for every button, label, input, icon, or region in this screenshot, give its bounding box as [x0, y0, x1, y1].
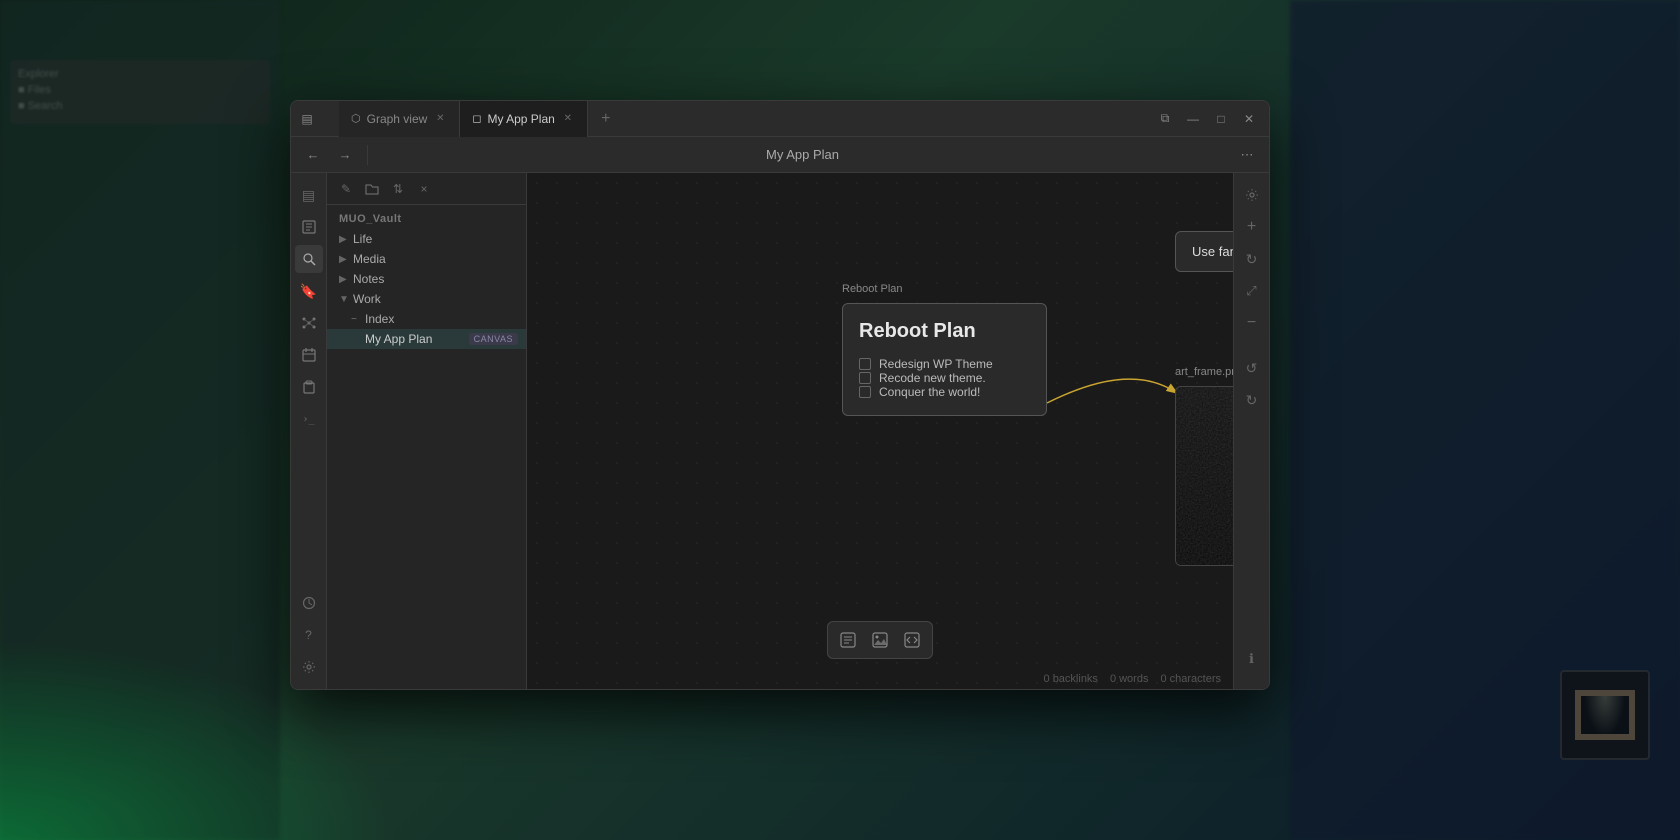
new-note-button[interactable]: ✎ [335, 178, 357, 200]
sidebar-icon-search[interactable] [295, 245, 323, 273]
new-folder-button[interactable] [361, 178, 383, 200]
sidebar-icons: ▤ 🔖 [291, 173, 327, 689]
tree-item-work[interactable]: ▼ Work [327, 289, 526, 309]
arrow-icon: ▶ [339, 254, 349, 265]
tree-item-my-app-plan[interactable]: My App Plan CANVAS [327, 329, 526, 349]
zoom-out-button[interactable]: − [1238, 309, 1266, 337]
back-button[interactable]: ← [299, 141, 327, 169]
title-bar: ▤ ⬡ Graph view ✕ ◻ My App Plan ✕ + ⧉ — □… [291, 101, 1269, 137]
canvas-settings-button[interactable] [1238, 181, 1266, 209]
arrow-icon: ▶ [339, 234, 349, 245]
sidebar-icon-bookmark[interactable]: 🔖 [295, 277, 323, 305]
characters-status: 0 characters [1160, 673, 1221, 685]
tabs-area: ⬡ Graph view ✕ ◻ My App Plan ✕ + [339, 101, 1149, 137]
sidebar-icon-publish[interactable] [295, 589, 323, 617]
deco-art-frame [1560, 670, 1650, 760]
bg-left-panel: Explorer ■ Files ■ Search [10, 60, 270, 132]
file-explorer: ✎ ⇅ × MUO_Vault ▶ Life ▶ Media [327, 173, 527, 689]
check-item-wp: Redesign WP Theme [859, 357, 1030, 371]
sidebar-icon-settings[interactable] [295, 653, 323, 681]
fancy-bg-text: Use fancy backgrounds! [1192, 244, 1233, 259]
arrow-icon: ▼ [339, 294, 349, 305]
sidebar-icon-files[interactable] [295, 213, 323, 241]
arrow-icon: ▶ [339, 274, 349, 285]
title-bar-left: ▤ [299, 111, 335, 127]
canvas-area[interactable]: Reboot Plan Reboot Plan Redesign WP Them… [527, 173, 1233, 689]
bottom-toolbar [827, 621, 933, 659]
sidebar-icon-graph[interactable] [295, 309, 323, 337]
sidebar-icon-terminal[interactable]: ›_ [295, 405, 323, 433]
redo-button[interactable]: ↻ [1238, 386, 1266, 414]
toolbar: ← → My App Plan ⋯ [291, 137, 1269, 173]
check-label-wp: Redesign WP Theme [879, 357, 993, 371]
maximize-button[interactable]: □ [1209, 107, 1233, 131]
right-panel: + ↻ ⤢ − ↺ ↻ ℹ [1233, 173, 1269, 689]
tree-item-media[interactable]: ▶ Media [327, 249, 526, 269]
file-explorer-toolbar: ✎ ⇅ × [327, 173, 526, 205]
canvas-status: 0 backlinks 0 words 0 characters [1044, 673, 1221, 685]
tab-my-app-plan[interactable]: ◻ My App Plan ✕ [460, 101, 588, 137]
info-button[interactable]: ℹ [1238, 645, 1266, 673]
checklist: Redesign WP Theme Recode new theme. Conq… [859, 357, 1030, 399]
fancy-bg-node[interactable]: Use fancy backgrounds! [1175, 231, 1233, 272]
fit-view-button[interactable]: ⤢ [1238, 277, 1266, 305]
forward-button[interactable]: → [331, 141, 359, 169]
minimize-button[interactable]: — [1181, 107, 1205, 131]
dash-icon: − [351, 314, 361, 325]
toolbar-title: My App Plan [376, 147, 1229, 162]
checkbox-wp[interactable] [859, 358, 871, 370]
canvas-tab-close[interactable]: ✕ [561, 112, 575, 126]
tree-item-notes[interactable]: ▶ Notes [327, 269, 526, 289]
toolbar-separator [367, 145, 368, 165]
obsidian-window: ▤ ⬡ Graph view ✕ ◻ My App Plan ✕ + ⧉ — □… [290, 100, 1270, 690]
tree-item-life[interactable]: ▶ Life [327, 229, 526, 249]
checkbox-world[interactable] [859, 386, 871, 398]
canvas-tab-label: My App Plan [487, 112, 554, 126]
sidebar-icon-clipboard[interactable] [295, 373, 323, 401]
canvas-badge: CANVAS [469, 333, 518, 345]
add-embed-button[interactable] [898, 626, 926, 654]
rp-separator [1251, 345, 1252, 346]
sidebar-toggle-icon[interactable]: ▤ [299, 111, 315, 127]
canvas-tab-icon: ◻ [472, 112, 481, 125]
graph-view-tab-icon: ⬡ [351, 112, 361, 125]
file-tree: MUO_Vault ▶ Life ▶ Media ▶ Notes ▼ Work [327, 205, 526, 689]
add-note-button[interactable] [834, 626, 862, 654]
split-view-button[interactable]: ⧉ [1153, 107, 1177, 131]
new-tab-button[interactable]: + [592, 105, 620, 133]
check-label-recode: Recode new theme. [879, 371, 986, 385]
sidebar-icon-sidebar-toggle[interactable]: ▤ [295, 181, 323, 209]
image-node[interactable]: art_frame.png [1175, 386, 1233, 566]
zoom-in-button[interactable]: + [1238, 213, 1266, 241]
graph-view-tab-label: Graph view [367, 112, 428, 126]
image-node-label: art_frame.png [1175, 366, 1233, 378]
sidebar-icon-calendar[interactable] [295, 341, 323, 369]
graph-view-tab-close[interactable]: ✕ [433, 112, 447, 126]
close-button[interactable]: ✕ [1237, 107, 1261, 131]
check-item-world: Conquer the world! [859, 385, 1030, 399]
check-label-world: Conquer the world! [879, 385, 980, 399]
check-item-recode: Recode new theme. [859, 371, 1030, 385]
collapse-all-button[interactable]: × [413, 178, 435, 200]
note-title: Reboot Plan [859, 320, 1030, 343]
more-options-button[interactable]: ⋯ [1233, 141, 1261, 169]
words-status: 0 words [1110, 673, 1149, 685]
add-media-button[interactable] [866, 626, 894, 654]
checkbox-recode[interactable] [859, 372, 871, 384]
main-area: ▤ 🔖 [291, 173, 1269, 689]
vault-label: MUO_Vault [327, 209, 526, 229]
backlinks-status: 0 backlinks [1044, 673, 1098, 685]
tree-item-index[interactable]: − Index [327, 309, 526, 329]
title-bar-right: ⧉ — □ ✕ [1153, 107, 1261, 131]
tab-graph-view[interactable]: ⬡ Graph view ✕ [339, 101, 460, 137]
refresh-button[interactable]: ↻ [1238, 245, 1266, 273]
sidebar-icon-help[interactable]: ? [295, 621, 323, 649]
reboot-plan-node[interactable]: Reboot Plan Reboot Plan Redesign WP Them… [842, 303, 1047, 416]
canvas-connections [527, 173, 1233, 689]
sort-button[interactable]: ⇅ [387, 178, 409, 200]
undo-button[interactable]: ↺ [1238, 354, 1266, 382]
note-node-label: Reboot Plan [842, 283, 903, 295]
